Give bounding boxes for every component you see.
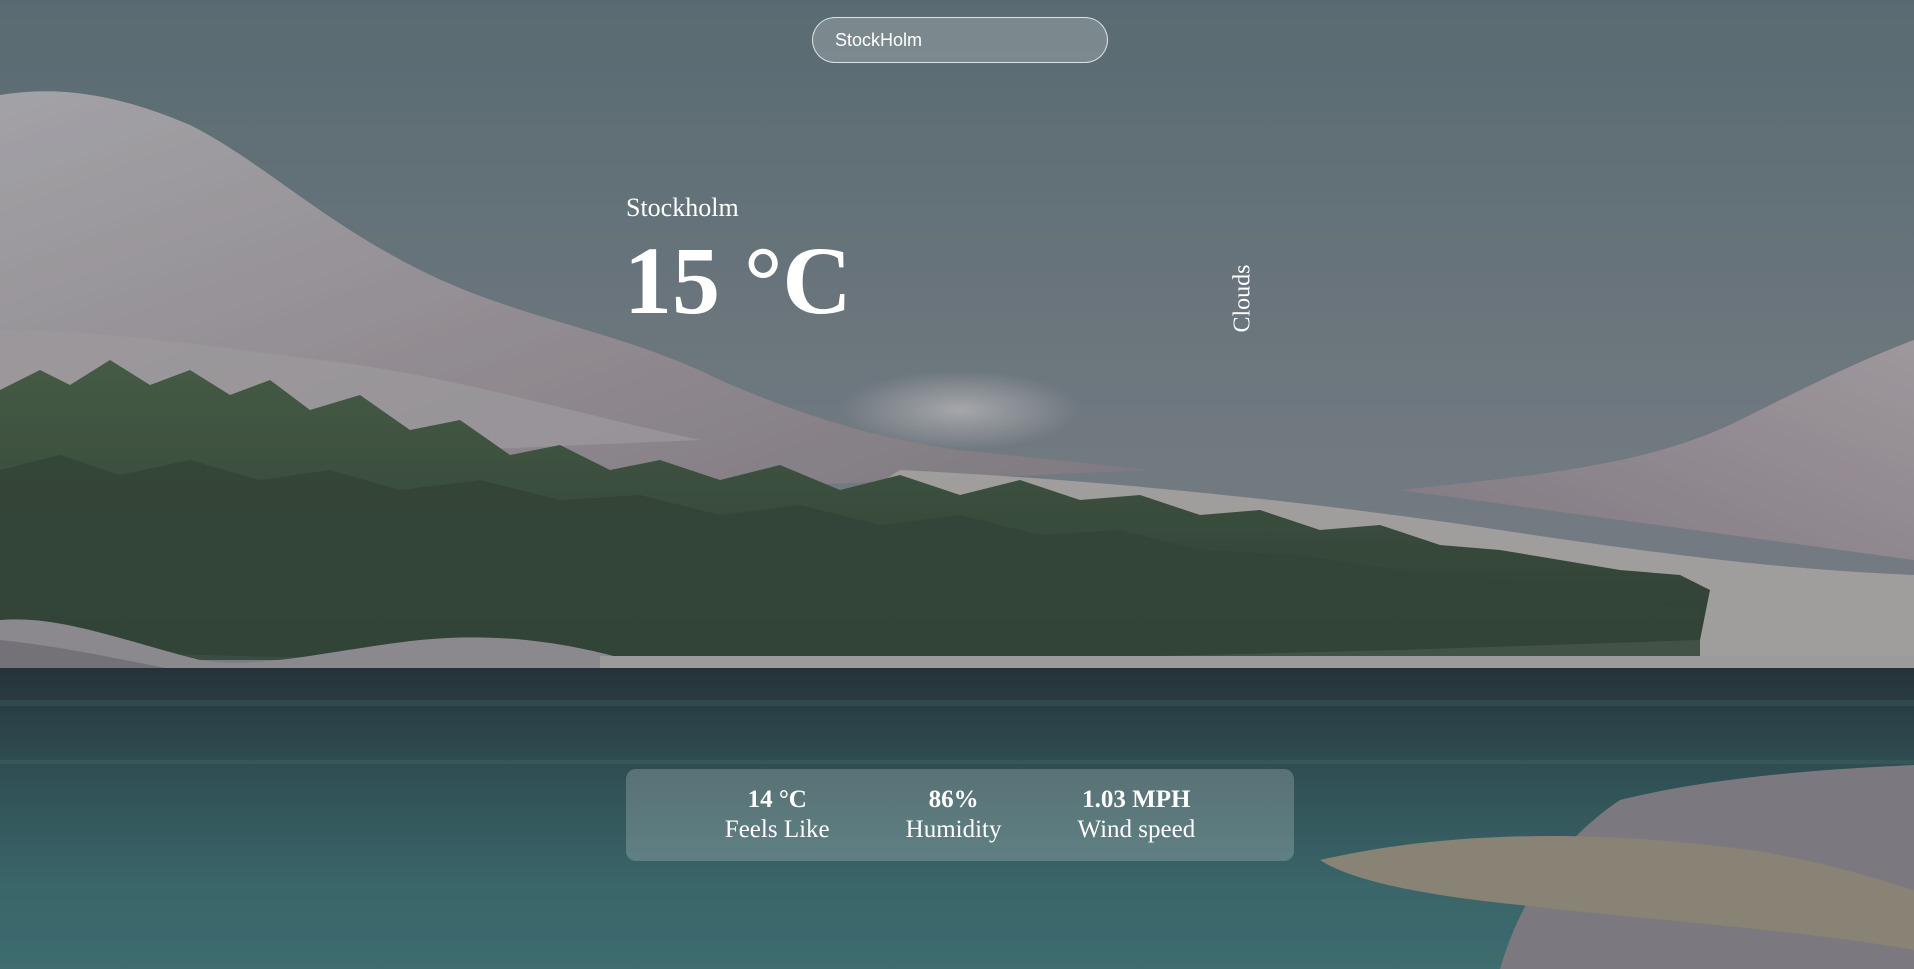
wind-speed-value: 1.03 MPH <box>1082 786 1191 813</box>
search-bar <box>812 17 1108 63</box>
feels-like-label: Feels Like <box>724 816 830 843</box>
city-name: Stockholm <box>626 193 739 222</box>
feels-like-stat: 14 °C Feels Like <box>725 785 830 845</box>
wind-speed-label: Wind speed <box>1077 816 1196 843</box>
humidity-value: 86% <box>928 786 979 813</box>
feels-like-value: 14 °C <box>747 786 807 813</box>
wind-speed-stat: 1.03 MPH Wind speed <box>1077 785 1195 845</box>
weather-condition-label: Clouds <box>1229 263 1256 333</box>
weather-condition: Clouds <box>1229 262 1257 334</box>
weather-details-panel: 14 °C Feels Like 86% Humidity 1.03 MPH W… <box>626 769 1294 861</box>
temperature-value: 15 °C <box>624 227 852 334</box>
humidity-stat: 86% Humidity <box>906 785 1002 845</box>
humidity-label: Humidity <box>905 816 1002 843</box>
search-input[interactable] <box>812 17 1108 63</box>
